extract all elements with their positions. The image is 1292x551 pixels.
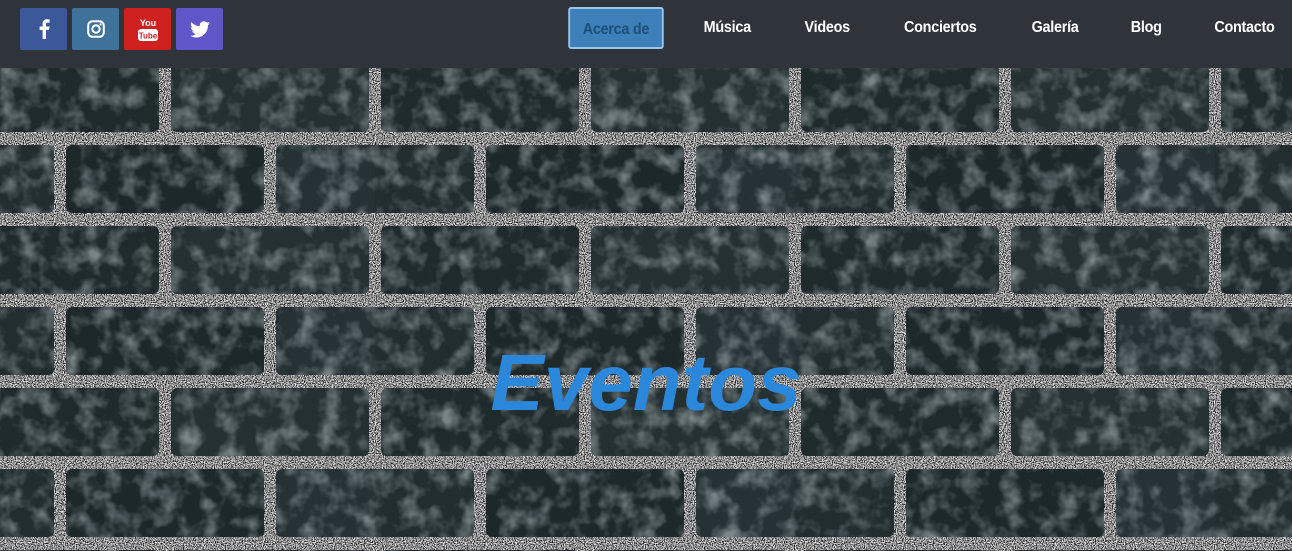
twitter-button[interactable]	[176, 8, 223, 50]
instagram-button[interactable]	[72, 8, 119, 50]
hero-title: Eventos	[490, 338, 802, 427]
top-navbar: You Tube Acerca de Música Videos Concier…	[0, 0, 1292, 68]
youtube-icon: You Tube	[137, 18, 158, 41]
facebook-button[interactable]	[20, 8, 67, 50]
hero-banner: Eventos	[0, 68, 1292, 551]
brick-wall-background	[0, 68, 1292, 551]
nav-item-musica[interactable]: Música	[704, 19, 751, 37]
nav-item-videos[interactable]: Videos	[804, 19, 850, 37]
nav-item-galeria[interactable]: Galería	[1031, 19, 1078, 37]
nav-item-conciertos[interactable]: Conciertos	[904, 19, 977, 37]
twitter-icon	[189, 20, 210, 37]
main-nav: Acerca de Música Videos Conciertos Galer…	[563, 5, 1292, 51]
instagram-icon	[86, 20, 105, 38]
facebook-icon	[39, 19, 50, 39]
youtube-icon-text-bottom: Tube	[138, 32, 157, 41]
nav-item-contacto[interactable]: Contacto	[1214, 19, 1275, 37]
social-links: You Tube	[20, 8, 223, 50]
youtube-button[interactable]: You Tube	[124, 8, 171, 50]
nav-item-blog[interactable]: Blog	[1130, 19, 1161, 37]
youtube-icon-text-top: You	[139, 18, 155, 28]
nav-item-acerca-de[interactable]: Acerca de	[568, 7, 664, 49]
